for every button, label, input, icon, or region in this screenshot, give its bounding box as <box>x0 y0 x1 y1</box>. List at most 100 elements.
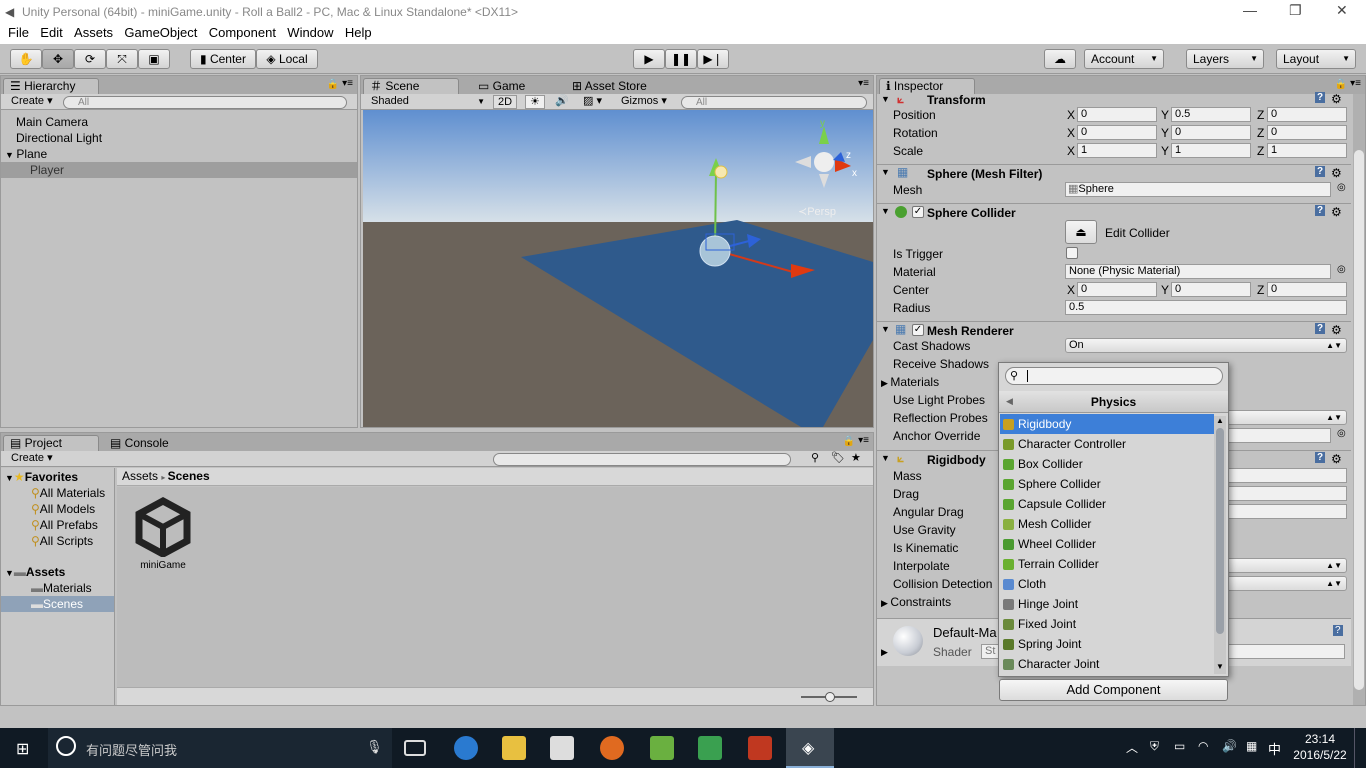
rect-tool-button[interactable]: ▣ <box>138 49 170 69</box>
folder-materials[interactable]: ▬Materials <box>1 580 114 596</box>
hierarchy-create-button[interactable]: Create ▾ <box>7 95 57 109</box>
wifi-icon[interactable]: ◠ <box>1198 739 1208 753</box>
hierarchy-item-plane[interactable]: ▼ Plane <box>1 146 357 162</box>
filter-type-icon[interactable]: ⚲ <box>807 452 823 466</box>
center-y-field[interactable]: 0 <box>1171 282 1251 297</box>
favorite-all-scripts[interactable]: ⚲All Scripts <box>1 533 114 549</box>
cast-shadows-dropdown[interactable]: On ▲▼ <box>1065 338 1347 353</box>
popup-item-sphere-collider[interactable]: Sphere Collider <box>1000 474 1214 494</box>
unity-taskbar-item[interactable]: ◈ <box>786 728 834 768</box>
cloud-button[interactable]: ☁ <box>1044 49 1076 69</box>
toggle-2d-button[interactable]: 2D <box>493 95 518 109</box>
scrollbar-thumb[interactable] <box>1354 150 1364 690</box>
perspective-label[interactable]: ≺Persp <box>798 205 836 218</box>
lock-icon[interactable]: 🔒 <box>327 79 339 90</box>
project-create-button[interactable]: Create ▾ <box>7 452 57 466</box>
object-picker-icon[interactable]: ◎ <box>1337 428 1346 439</box>
popup-item-wheel-collider[interactable]: Wheel Collider <box>1000 534 1214 554</box>
scale-y-field[interactable]: 1 <box>1171 143 1251 158</box>
help-icon[interactable]: ? <box>1333 625 1343 636</box>
popup-item-terrain-collider[interactable]: Terrain Collider <box>1000 554 1214 574</box>
task-view-icon[interactable] <box>404 740 426 756</box>
tray-chevron-icon[interactable]: ︿ <box>1126 739 1138 756</box>
center-x-field[interactable]: 0 <box>1077 282 1157 297</box>
help-icon[interactable]: ? <box>1315 166 1326 177</box>
inspector-scrollbar[interactable] <box>1353 94 1365 705</box>
breadcrumb-scenes[interactable]: Scenes <box>168 469 210 483</box>
pivot-local-button[interactable]: ◈ Local <box>256 49 318 69</box>
gear-icon[interactable]: ⚙ <box>1331 92 1342 106</box>
tab-scene[interactable]: ＃ Scene <box>363 78 459 94</box>
hierarchy-item-player[interactable]: Player <box>1 162 357 178</box>
asset-item-minigame[interactable]: miniGame <box>129 497 197 571</box>
file-explorer-icon[interactable] <box>502 736 526 760</box>
effects-dropdown-icon[interactable]: ▨ ▾ <box>579 95 606 109</box>
foldout-arrow-icon[interactable]: ▼ <box>881 206 890 216</box>
rotation-z-field[interactable]: 0 <box>1267 125 1347 140</box>
lock-icon[interactable]: 🔒 <box>1335 79 1347 90</box>
sphere-collider-header[interactable]: ▼ ✓ Sphere Collider ? ⚙ <box>877 203 1351 221</box>
favorite-all-prefabs[interactable]: ⚲All Prefabs <box>1 517 114 533</box>
physic-material-field[interactable]: None (Physic Material) <box>1065 264 1331 279</box>
hierarchy-item-directional-light[interactable]: Directional Light <box>1 130 357 146</box>
rotation-x-field[interactable]: 0 <box>1077 125 1157 140</box>
constraints-foldout[interactable]: ▶ Constraints <box>881 595 951 609</box>
popup-item-character-joint[interactable]: Character Joint <box>1000 654 1214 674</box>
tab-game[interactable]: ▭ Game <box>471 78 561 94</box>
panel-menu-icon[interactable]: ▾≡ <box>342 78 353 89</box>
close-button[interactable]: ✕ <box>1336 2 1348 19</box>
lock-icon[interactable]: 🔒 <box>843 436 855 447</box>
scroll-up-icon[interactable]: ▲ <box>1216 416 1224 425</box>
object-picker-icon[interactable]: ◎ <box>1337 182 1346 193</box>
gear-icon[interactable]: ⚙ <box>1331 205 1342 219</box>
menu-gameobject[interactable]: GameObject <box>120 24 201 41</box>
radius-field[interactable]: 0.5 <box>1065 300 1347 315</box>
expand-arrow-icon[interactable]: ▼ <box>5 150 16 160</box>
move-tool-button[interactable]: ✥ <box>42 49 74 69</box>
battery-icon[interactable]: ▭ <box>1174 739 1185 753</box>
foldout-arrow-icon[interactable]: ▶ <box>881 647 888 658</box>
scale-tool-button[interactable]: ⤧ <box>106 49 138 69</box>
foldout-arrow-icon[interactable]: ▼ <box>881 94 890 104</box>
foldout-arrow-icon[interactable]: ▼ <box>881 453 890 463</box>
clock[interactable]: 23:14 2016/5/22 <box>1290 731 1350 763</box>
help-icon[interactable]: ? <box>1315 205 1326 216</box>
assets-header[interactable]: ▼▬Assets <box>1 564 114 580</box>
foldout-arrow-icon[interactable]: ▶ <box>881 598 890 608</box>
mesh-renderer-enabled-checkbox[interactable]: ✓ <box>912 324 924 336</box>
audio-toggle-icon[interactable]: 🔊 <box>551 95 573 109</box>
foldout-arrow-icon[interactable]: ▼ <box>881 324 890 334</box>
menu-file[interactable]: File <box>4 24 33 41</box>
scale-x-field[interactable]: 1 <box>1077 143 1157 158</box>
breadcrumb-assets[interactable]: Assets <box>122 469 158 483</box>
player-sphere[interactable] <box>699 235 731 267</box>
shading-mode-dropdown[interactable]: Shaded ▼ <box>367 95 487 109</box>
expand-arrow-icon[interactable]: ▼ <box>5 473 14 483</box>
account-dropdown[interactable]: Account ▼ <box>1084 49 1164 69</box>
tab-asset-store[interactable]: ⊞ Asset Store <box>565 78 661 94</box>
is-trigger-checkbox[interactable] <box>1066 247 1078 259</box>
volume-icon[interactable]: 🔊 <box>1222 739 1237 753</box>
position-x-field[interactable]: 0 <box>1077 107 1157 122</box>
panel-menu-icon[interactable]: ▾≡ <box>858 435 869 446</box>
tray-app-icon[interactable]: ⛨ <box>1150 739 1159 754</box>
hand-tool-button[interactable]: ✋ <box>10 49 42 69</box>
popup-item-box-collider[interactable]: Box Collider <box>1000 454 1214 474</box>
cortana-search-box[interactable]: 有问题尽管问我 🎙 <box>48 728 392 768</box>
favorites-header[interactable]: ▼★Favorites <box>1 469 114 485</box>
start-button[interactable]: ⊞ <box>0 728 48 768</box>
icon-size-slider[interactable] <box>801 692 857 702</box>
menu-window[interactable]: Window <box>283 24 337 41</box>
mesh-renderer-header[interactable]: ▼ ▦ ✓ Mesh Renderer ? ⚙ <box>877 321 1351 339</box>
notification-icon[interactable] <box>1354 728 1358 768</box>
rotation-y-field[interactable]: 0 <box>1171 125 1251 140</box>
favorite-all-models[interactable]: ⚲All Models <box>1 501 114 517</box>
gear-icon[interactable]: ⚙ <box>1331 323 1342 337</box>
object-picker-icon[interactable]: ◎ <box>1337 264 1346 275</box>
mesh-field[interactable]: ▦Sphere <box>1065 182 1331 197</box>
gizmos-dropdown[interactable]: Gizmos ▾ <box>617 95 671 109</box>
tab-hierarchy[interactable]: ☰ Hierarchy <box>3 78 99 94</box>
pause-button[interactable]: ❚❚ <box>665 49 697 69</box>
help-icon[interactable]: ? <box>1315 92 1326 103</box>
favorite-all-materials[interactable]: ⚲All Materials <box>1 485 114 501</box>
